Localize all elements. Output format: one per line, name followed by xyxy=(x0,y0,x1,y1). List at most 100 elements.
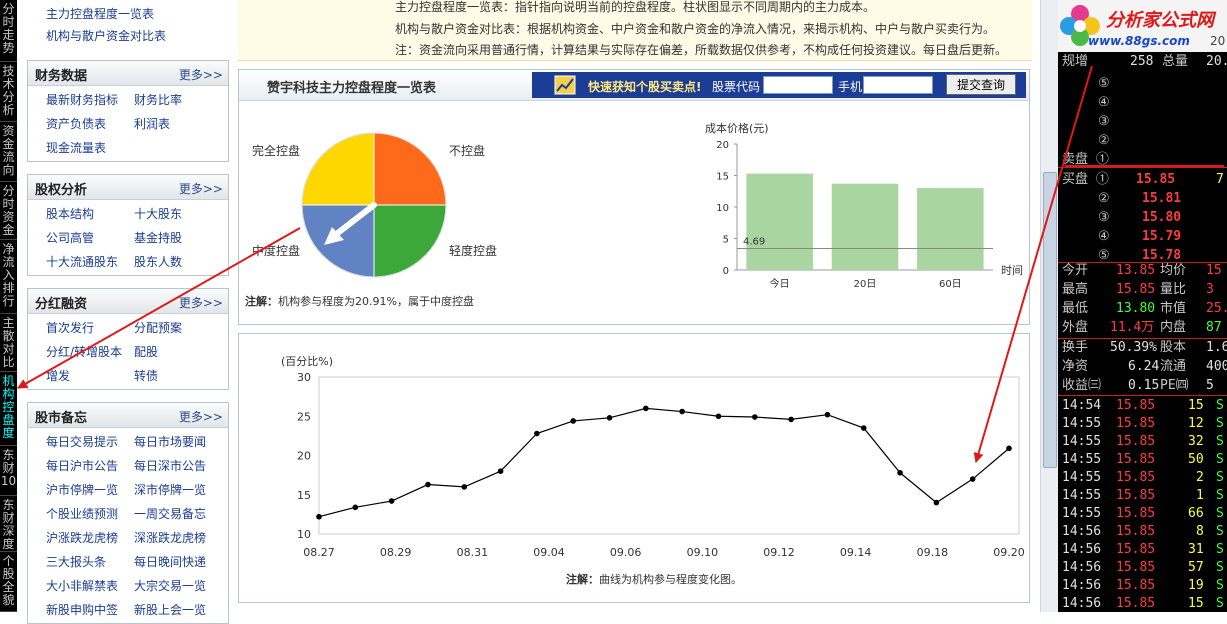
left-section-3: 股市备忘 更多>> 每日交易提示 每日市场要闻 每日沪市公告 每日深市公告 沪市停牌一览 深市… xyxy=(27,402,229,624)
tick-side: S xyxy=(1216,524,1224,539)
buy-price: 15.85 xyxy=(1136,172,1176,187)
section-link[interactable]: 大小非解禁表 xyxy=(46,577,118,594)
left-section-0: 财务数据 更多>> 最新财务指标 财务比率 资产负债表 利润表 现金流量表 xyxy=(27,60,229,162)
section-link[interactable]: 现金流量表 xyxy=(46,139,106,156)
tick-row: 14:55 15.85 66 S xyxy=(1058,504,1227,523)
more-link[interactable]: 更多>> xyxy=(179,408,223,425)
stat-label: PE㈣ xyxy=(1160,378,1189,393)
tick-price: 15.85 xyxy=(1116,596,1156,611)
more-link[interactable]: 更多>> xyxy=(179,66,223,83)
section-link[interactable]: 个股业绩预测 xyxy=(46,505,118,522)
tick-volume: 66 xyxy=(1188,506,1204,521)
link-fund-compare[interactable]: 机构与散户资金对比表 xyxy=(46,27,166,44)
section-link[interactable]: 深涨跌龙虎榜 xyxy=(134,529,206,546)
section-link[interactable]: 公司高管 xyxy=(46,229,94,246)
section-link[interactable]: 新股申购中签 xyxy=(46,601,118,618)
bar-ytick: 0 xyxy=(723,266,729,277)
tick-row: 14:55 15.85 50 S xyxy=(1058,450,1227,469)
stat-value: 15 xyxy=(1206,263,1222,278)
section-link[interactable]: 资产负债表 xyxy=(46,115,106,132)
line-point-13 xyxy=(788,416,794,423)
section-link[interactable]: 深市停牌一览 xyxy=(134,481,206,498)
vtab-7[interactable]: 东财10 xyxy=(0,446,17,496)
section-link[interactable]: 利润表 xyxy=(134,115,170,132)
section-link[interactable]: 分红/转增股本 xyxy=(46,343,122,360)
line-point-15 xyxy=(860,425,867,431)
line-point-16 xyxy=(897,469,903,476)
tick-volume: 19 xyxy=(1188,578,1204,593)
tick-volume: 1 xyxy=(1196,488,1204,503)
vtab-3[interactable]: 分时资金 xyxy=(0,182,17,240)
tick-row: 14:55 15.85 1 S xyxy=(1058,486,1227,505)
section-link[interactable]: 转债 xyxy=(134,367,158,384)
vtab-0[interactable]: 分时走势 xyxy=(0,0,17,62)
section-link[interactable]: 股本结构 xyxy=(46,205,94,222)
section-link[interactable]: 基金持股 xyxy=(134,229,182,246)
section-link[interactable]: 每日深市公告 xyxy=(134,457,206,474)
section-link[interactable]: 分配预案 xyxy=(134,319,182,336)
phone-label: 手机 xyxy=(838,80,863,94)
section-link[interactable]: 大宗交易一览 xyxy=(134,577,206,594)
tick-time: 14:55 xyxy=(1062,506,1102,521)
left-navigation-panel: 主力控盘程度一览表 机构与散户资金对比表 财务数据 更多>> 最新财务指标 财务比率资… xyxy=(17,0,231,624)
slice-full-control xyxy=(301,132,375,206)
more-link[interactable]: 更多>> xyxy=(179,294,223,311)
line-xtick: 09.04 xyxy=(533,546,565,559)
more-link[interactable]: 更多>> xyxy=(179,180,223,197)
sell-label: ② xyxy=(1098,133,1110,148)
tick-volume: 15 xyxy=(1188,596,1204,611)
notice-line-1: 主力控盘程度一览表：指针指向说明当前的控盘程度。柱状图显示不同周期内的主力成本。 xyxy=(395,0,876,14)
scrollbar-thumb[interactable] xyxy=(1043,172,1057,468)
vtab-2[interactable]: 资金流向 xyxy=(0,122,17,182)
section-link[interactable]: 十大流通股东 xyxy=(46,253,118,270)
section-link[interactable]: 新股上会一览 xyxy=(134,601,206,618)
phone-input[interactable] xyxy=(863,76,933,94)
vtab-5[interactable]: 主散对比 xyxy=(0,314,17,372)
sell-row: ⑤ xyxy=(1058,74,1227,93)
section-link[interactable]: 每日晚间快递 xyxy=(134,553,206,570)
link-control-overview[interactable]: 主力控盘程度一览表 xyxy=(46,5,154,22)
sell-label: ④ xyxy=(1098,95,1110,110)
line-point-17 xyxy=(933,499,940,506)
line-ytick: 10 xyxy=(297,528,311,541)
line-point-0 xyxy=(316,513,322,520)
section-link[interactable]: 沪市停牌一览 xyxy=(46,481,118,498)
vtab-4[interactable]: 净流入排行 xyxy=(0,240,17,314)
section-link[interactable]: 股东人数 xyxy=(134,253,182,270)
tick-price: 15.85 xyxy=(1116,506,1156,521)
section-link[interactable]: 首次发行 xyxy=(46,319,94,336)
tick-side: S xyxy=(1216,416,1224,431)
stat-row: 今开 13.85 均价 15 xyxy=(1058,261,1227,280)
vtab-1[interactable]: 技术分析 xyxy=(0,62,17,122)
tick-price: 15.85 xyxy=(1116,542,1156,557)
vtab-8[interactable]: 东财深度 xyxy=(0,496,17,552)
section-link[interactable]: 增发 xyxy=(46,367,70,384)
vtab-9[interactable]: 个股全貌 xyxy=(0,552,17,612)
section-link[interactable]: 沪涨跌龙虎榜 xyxy=(46,529,118,546)
section-link[interactable]: 配股 xyxy=(134,343,158,360)
buy-price: 15.79 xyxy=(1142,229,1182,244)
section-link[interactable]: 财务比率 xyxy=(134,91,182,108)
tick-row: 14:55 15.85 2 S xyxy=(1058,468,1227,487)
section-link[interactable]: 十大股东 xyxy=(134,205,182,222)
submit-query-button[interactable]: 提交查询 xyxy=(946,74,1016,95)
section-link[interactable]: 三大报头条 xyxy=(46,553,106,570)
section-link[interactable]: 每日沪市公告 xyxy=(46,457,118,474)
stat-row: 最高 15.85 量比 3 xyxy=(1058,280,1227,299)
query-bar: 快速获知个股买卖点! 股票代码 手机 提交查询 xyxy=(532,72,1026,98)
vtab-6[interactable]: 机构控盘度 xyxy=(0,372,17,446)
stat-label: 量比 xyxy=(1160,282,1187,297)
tick-volume: 12 xyxy=(1188,416,1204,431)
buy-price: 15.81 xyxy=(1142,191,1182,206)
section-link[interactable]: 最新财务指标 xyxy=(46,91,118,108)
line-point-2 xyxy=(388,498,395,504)
section-link[interactable]: 每日市场要闻 xyxy=(134,433,206,450)
stat-value: 6.24 xyxy=(1128,359,1160,374)
section-link[interactable]: 一周交易备忘 xyxy=(134,505,206,522)
line-point-11 xyxy=(715,413,722,420)
main-scrollbar[interactable] xyxy=(1040,0,1058,612)
quote-panel: 分析家公式网 www.88gs.com 20 规增 258 总量 20. ⑤④③… xyxy=(1058,0,1227,612)
stock-code-input[interactable] xyxy=(763,76,833,94)
section-link[interactable]: 每日交易提示 xyxy=(46,433,118,450)
stat-value: 15.85 xyxy=(1116,282,1156,297)
